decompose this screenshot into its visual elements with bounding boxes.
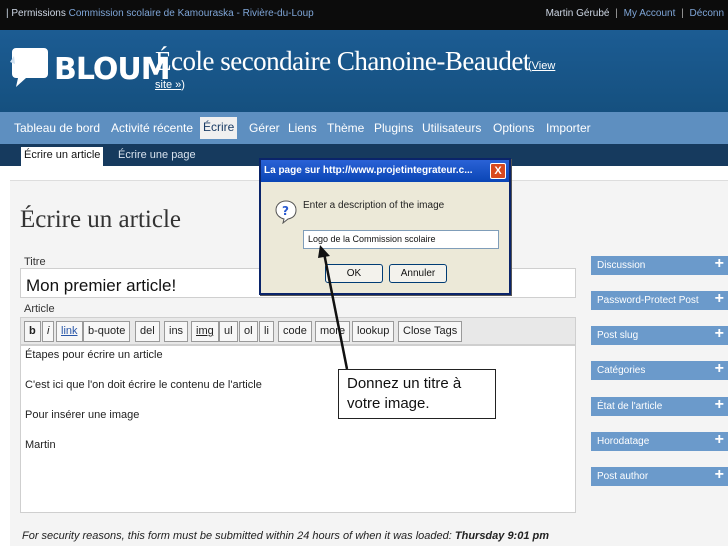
security-notice-text: For security reasons, this form must be … [22, 530, 455, 542]
sidebox-timestamp[interactable]: Horodatage + [591, 431, 728, 451]
close-icon[interactable]: X [490, 163, 506, 179]
security-notice: For security reasons, this form must be … [22, 530, 549, 542]
image-description-dialog: La page sur http://www.projetintegrateur… [259, 158, 511, 295]
top-separator: | [615, 8, 618, 19]
expand-plus-icon[interactable]: + [715, 325, 724, 343]
expand-plus-icon[interactable]: + [715, 431, 724, 449]
dialog-titlebar[interactable]: La page sur http://www.projetintegrateur… [261, 160, 509, 182]
img-button[interactable]: img [191, 321, 219, 342]
dialog-title: La page sur http://www.projetintegrateur… [264, 165, 473, 176]
expand-plus-icon[interactable]: + [715, 255, 724, 273]
blockquote-button[interactable]: b-quote [83, 321, 131, 342]
annotation-callout: Donnez un titre à votre image. [338, 369, 496, 419]
menu-dashboard[interactable]: Tableau de bord [14, 121, 100, 135]
view-site-link-cont[interactable]: site ») [155, 79, 185, 91]
speech-bubble-logo-icon [10, 48, 48, 87]
view-site-label-2[interactable]: site » [155, 79, 181, 91]
sidebox-categories[interactable]: Catégories + [591, 360, 728, 380]
security-notice-time: Thursday 9:01 pm [454, 530, 550, 542]
sidebox-label: Post author [597, 471, 649, 482]
menu-theme[interactable]: Thème [327, 121, 364, 135]
expand-plus-icon[interactable]: + [715, 290, 724, 308]
bloum-logo: BLOUM [10, 44, 171, 94]
site-header: BLOUM École secondaire Chanoine-Beaudet … [0, 30, 728, 112]
submenu-write-article[interactable]: Écrire un article [21, 147, 104, 166]
menu-options[interactable]: Options [493, 121, 534, 135]
del-button[interactable]: del [135, 321, 160, 342]
lookup-button[interactable]: lookup [352, 321, 395, 342]
li-button[interactable]: li [259, 321, 274, 342]
top-separator: | [681, 8, 684, 19]
page-title: Écrire un article [20, 206, 182, 233]
view-site-label-1[interactable]: View [532, 60, 556, 72]
sidebox-post-slug[interactable]: Post slug + [591, 325, 728, 345]
sidebox-password[interactable]: Password-Protect Post + [591, 290, 728, 310]
logo-wordmark: BLOUM [54, 52, 171, 87]
title-label: Titre [24, 256, 46, 268]
dialog-prompt: Enter a description of the image [303, 200, 445, 211]
content-line: Étapes pour écrire un article [25, 349, 163, 361]
sidebox-label: Discussion [597, 260, 646, 271]
menu-import[interactable]: Importer [546, 121, 591, 135]
menu-manage[interactable]: Gérer [249, 121, 280, 135]
sidebox-article-status[interactable]: État de l'article + [591, 396, 728, 416]
question-icon: ? [275, 200, 297, 224]
site-title: École secondaire Chanoine-Beaudet [155, 46, 530, 76]
menu-write[interactable]: Écrire [200, 117, 238, 139]
italic-button[interactable]: i [42, 321, 55, 342]
ins-button[interactable]: ins [164, 321, 189, 342]
sidebox-label: Catégories [597, 365, 646, 376]
sidebox-label: État de l'article [597, 401, 663, 412]
cancel-button[interactable]: Annuler [389, 264, 447, 283]
sidebox-post-author[interactable]: Post author + [591, 466, 728, 486]
ul-button[interactable]: ul [219, 321, 238, 342]
quicktags-toolbar: b i link b-quote del ins img ul ol li co… [20, 317, 576, 345]
sidebox-label: Post slug [597, 330, 639, 341]
menu-plugins[interactable]: Plugins [374, 121, 413, 135]
menu-links[interactable]: Liens [288, 121, 317, 135]
menu-users[interactable]: Utilisateurs [422, 121, 481, 135]
more-button[interactable]: more [315, 321, 351, 342]
school-board-link[interactable]: Commission scolaire de Kamouraska - Rivi… [69, 8, 314, 19]
expand-plus-icon[interactable]: + [715, 466, 724, 484]
close-tags-button[interactable]: Close Tags [398, 321, 463, 342]
expand-plus-icon[interactable]: + [715, 360, 724, 378]
admin-top-bar: | Permissions Commission scolaire de Kam… [0, 0, 728, 30]
code-button[interactable]: code [278, 321, 312, 342]
expand-plus-icon[interactable]: + [715, 396, 724, 414]
view-site-link[interactable]: (View [528, 60, 555, 72]
sidebox-label: Password-Protect Post [597, 295, 699, 306]
sidebox-label: Horodatage [597, 436, 650, 447]
logout-link[interactable]: Déconn [690, 8, 724, 19]
main-menu: Tableau de bord Activité récente Écrire … [0, 112, 728, 144]
content-line: Martin [25, 439, 56, 451]
submenu-write-page[interactable]: Écrire une page [118, 149, 196, 161]
ok-button[interactable]: OK [325, 264, 383, 283]
current-user: Martin Gérubé [545, 8, 610, 19]
top-separator: | [6, 8, 9, 19]
my-account-link[interactable]: My Account [624, 8, 676, 19]
svg-text:?: ? [282, 204, 289, 218]
content-line: C'est ici que l'on doit écrire le conten… [25, 379, 262, 391]
article-label: Article [24, 303, 55, 315]
sidebox-discussion[interactable]: Discussion + [591, 255, 728, 275]
bold-button[interactable]: b [24, 321, 41, 342]
content-line: Pour insérer une image [25, 409, 140, 421]
image-description-input[interactable]: Logo de la Commission scolaire [303, 230, 499, 249]
ol-button[interactable]: ol [239, 321, 258, 342]
link-button[interactable]: link [56, 321, 83, 342]
permissions-link[interactable]: Permissions [11, 8, 65, 19]
menu-recent-activity[interactable]: Activité récente [111, 121, 193, 135]
